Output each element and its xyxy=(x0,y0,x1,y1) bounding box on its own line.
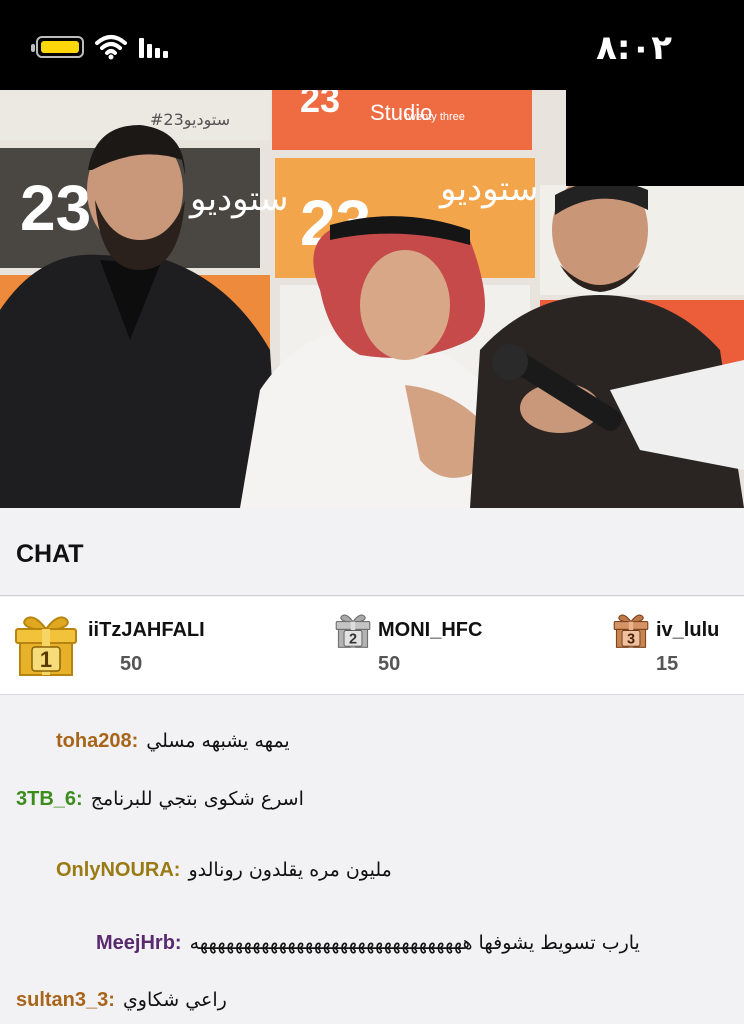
video-overlay-box xyxy=(566,90,744,186)
wifi-icon xyxy=(95,35,127,60)
backdrop-arabic: ستوديو xyxy=(188,179,288,219)
svg-text:2: 2 xyxy=(349,631,357,647)
message-username[interactable]: toha208: xyxy=(56,730,138,753)
battery-icon xyxy=(31,36,84,58)
chat-title: CHAT xyxy=(16,540,84,568)
leaderboard-score: 50 xyxy=(378,653,401,675)
leaderboard-name: iv_lulu xyxy=(656,619,720,641)
message-username[interactable]: MeejHrb: xyxy=(96,932,182,955)
chat-messages[interactable]: toha208: يمهه يشبهه مسلي 3TB_6: اسرع شكو… xyxy=(0,696,744,1024)
leaderboard-score: 15 xyxy=(656,653,679,675)
backdrop-sub: twenty three xyxy=(405,111,465,123)
status-time: ٨:٠٢ xyxy=(596,28,672,68)
message-username[interactable]: OnlyNOURA: xyxy=(56,859,180,882)
backdrop-hashtag: #ستوديو23 xyxy=(150,110,230,130)
video-player[interactable]: 23 23 23 Studio twenty three #ستوديو23 س… xyxy=(0,90,744,508)
message-text: يمهه يشبهه مسلي xyxy=(146,730,290,752)
svg-text:23: 23 xyxy=(300,90,340,120)
chat-message: toha208: يمهه يشبهه مسلي xyxy=(56,730,290,753)
leaderboard-score: 50 xyxy=(120,653,143,675)
chat-message: 3TB_6: اسرع شكوى بتجي للبرنامج xyxy=(16,788,304,811)
silver-gift-icon: 2 xyxy=(335,614,371,648)
cellular-signal-icon xyxy=(139,38,168,58)
svg-text:ستوديو: ستوديو xyxy=(438,169,538,209)
message-text: راعي شكاوي xyxy=(122,989,227,1011)
backdrop-logo: 23 xyxy=(20,172,91,244)
message-username[interactable]: 3TB_6: xyxy=(16,788,83,811)
gold-gift-icon: 1 xyxy=(15,616,77,676)
bronze-gift-icon: 3 xyxy=(613,614,649,648)
message-text: مليون مره يقلدون رونالدو xyxy=(188,859,392,881)
message-text: اسرع شكوى بتجي للبرنامج xyxy=(90,788,304,810)
chat-message: OnlyNOURA: مليون مره يقلدون رونالدو xyxy=(56,859,392,882)
chat-header: CHAT xyxy=(0,508,744,596)
svg-text:3: 3 xyxy=(627,631,635,647)
chat-message: sultan3_3: راعي شكاوي xyxy=(16,989,227,1012)
message-text: يارب تسويط يشوفها هههههههههههههههههههههه… xyxy=(189,932,640,954)
svg-text:1: 1 xyxy=(40,647,52,672)
gift-leaderboard: 1 iiTzJAHFALI 50 2 MONI_HFC 50 3 iv_lulu xyxy=(0,597,744,695)
leaderboard-name: MONI_HFC xyxy=(378,619,483,641)
status-bar: ٨:٠٢ xyxy=(0,0,744,90)
chat-message: MeejHrb: يارب تسويط يشوفها ههههههههههههه… xyxy=(96,932,640,955)
leaderboard-name: iiTzJAHFALI xyxy=(88,619,205,641)
message-username[interactable]: sultan3_3: xyxy=(16,989,115,1012)
